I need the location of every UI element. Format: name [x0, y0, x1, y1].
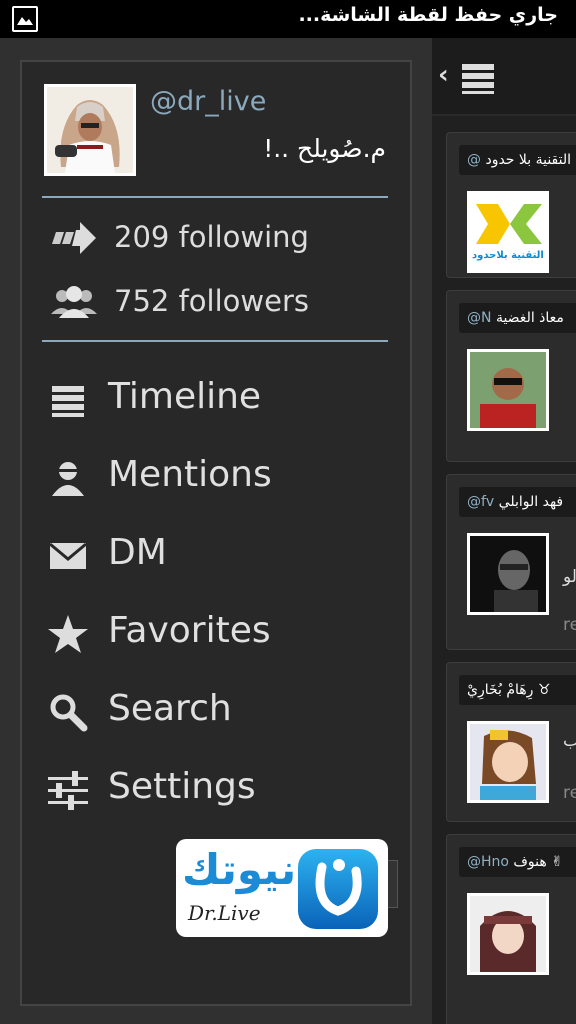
following-arrow-icon — [52, 222, 96, 254]
tweet-card[interactable]: @ التقنية بلا حدود التقنية بلاحدود — [446, 132, 576, 278]
tweet-avatar[interactable] — [467, 893, 549, 975]
tweet-avatar[interactable]: التقنية بلاحدود — [467, 191, 549, 273]
timeline-icon — [52, 386, 84, 417]
timeline-header: ‹ — [432, 38, 576, 116]
settings-sliders-icon — [48, 771, 88, 810]
avatar[interactable] — [44, 84, 136, 176]
timeline-menu-icon[interactable] — [462, 62, 494, 94]
timeline-background: ‹ @ التقنية بلا حدود التقنية بلاحدود @N … — [432, 38, 576, 1024]
nav-item-dm[interactable]: DM — [46, 526, 386, 586]
followers-group-icon — [51, 286, 97, 318]
nav-label: Timeline — [108, 376, 262, 417]
cartoon-avatar-icon — [470, 896, 546, 972]
nav-item-settings[interactable]: Settings — [46, 760, 386, 820]
nav-label: Favorites — [108, 610, 271, 651]
tweet-card[interactable]: رِهَامْ بُخَارِيْ ♉ ب re — [446, 662, 576, 822]
brand-mark-icon — [298, 849, 378, 929]
watermark-latin-text: Dr.Live — [188, 901, 261, 925]
search-icon — [50, 694, 88, 732]
chevron-left-icon[interactable]: ‹ — [438, 60, 449, 90]
profile-display-name: م.صُويلح ..! — [263, 134, 386, 163]
divider — [42, 340, 388, 342]
screenshot-icon — [12, 6, 38, 32]
profile-handle: @dr_live — [150, 86, 267, 117]
thumb-caption: التقنية بلاحدود — [472, 250, 544, 261]
mail-icon — [49, 542, 87, 569]
watermark-arabic-text: نيوتك — [182, 845, 297, 894]
cartoon-avatar-icon — [470, 724, 546, 800]
profile-photo-icon — [47, 87, 133, 173]
tweet-text: ب — [563, 731, 576, 751]
nav-label: Mentions — [108, 454, 272, 495]
nav-item-mentions[interactable]: Mentions — [46, 448, 386, 508]
status-bar: جاري حفظ لقطة الشاشة... — [0, 0, 576, 38]
nav-label: Search — [108, 688, 232, 729]
tweet-card[interactable]: @N معاذ الغضية — [446, 290, 576, 462]
status-text: جاري حفظ لقطة الشاشة... — [298, 4, 558, 26]
tweet-text: re — [563, 615, 576, 635]
tweet-avatar[interactable] — [467, 533, 549, 615]
followers-count: 752 followers — [114, 284, 309, 318]
tweet-card[interactable]: @Hno هنوف ✌ — [446, 834, 576, 1024]
nav-label: DM — [108, 532, 167, 573]
nav-item-favorites[interactable]: Favorites — [46, 604, 386, 664]
watermark-logo: نيوتك Dr.Live — [176, 839, 388, 937]
tweet-avatar[interactable] — [467, 721, 549, 803]
nav-label: Settings — [108, 766, 256, 807]
star-icon — [48, 615, 88, 653]
drawer-handle — [388, 860, 398, 908]
tweet-avatar[interactable] — [467, 349, 549, 431]
tweet-author: @N معاذ الغضية — [459, 303, 576, 333]
tweet-text: re — [563, 783, 576, 803]
tweet-card[interactable]: @fv فهد الوابلي لو re — [446, 474, 576, 650]
tweet-author: @ التقنية بلا حدود — [459, 145, 576, 175]
nav-item-timeline[interactable]: Timeline — [46, 370, 386, 430]
tweet-author: رِهَامْ بُخَارِيْ ♉ — [459, 675, 576, 705]
tweet-author: @Hno هنوف ✌ — [459, 847, 576, 877]
divider — [42, 196, 388, 198]
person-photo-icon — [470, 352, 546, 428]
following-count: 209 following — [114, 220, 309, 254]
nav-item-search[interactable]: Search — [46, 682, 386, 742]
tweet-text: لو — [563, 567, 576, 587]
mentions-icon — [52, 462, 84, 496]
tweet-author: @fv فهد الوابلي — [459, 487, 576, 517]
person-photo-icon — [470, 536, 546, 612]
